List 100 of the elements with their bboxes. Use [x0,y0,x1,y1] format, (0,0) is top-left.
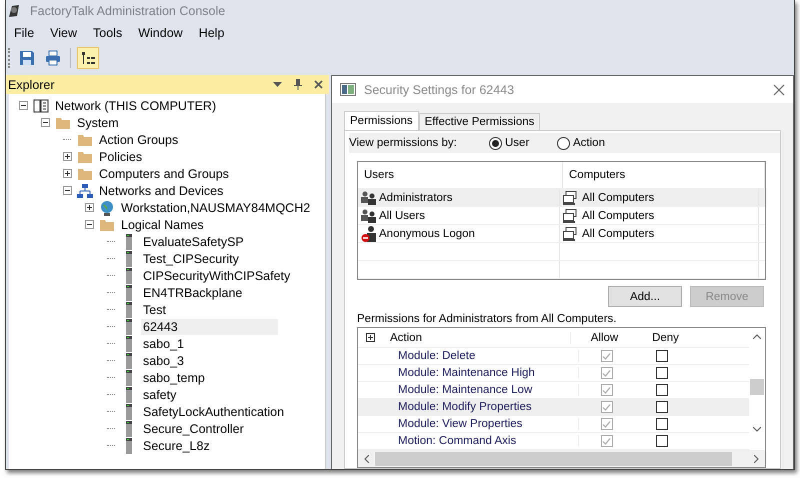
menu-item[interactable]: Tools [93,26,122,40]
tab[interactable]: Effective Permissions [418,113,540,130]
pin-icon[interactable] [294,79,302,90]
allow-checkbox[interactable] [600,401,612,413]
computer-icon [563,226,579,240]
deny-checkbox[interactable] [656,384,668,396]
allow-checkbox[interactable] [600,435,612,447]
tree-item[interactable]: CIPSecurityWithCIPSafety [141,268,292,284]
scroll-left-icon[interactable] [364,455,369,463]
users-icon [361,190,377,204]
scroll-down-icon[interactable] [753,427,761,432]
tree-item[interactable]: Logical Names [119,216,206,232]
expand-toggle[interactable] [62,152,72,161]
user-name: Anonymous Logon [379,228,475,240]
tree-item[interactable]: 62443 [141,318,278,334]
tree-item[interactable]: Policies [97,148,144,164]
network-icon [33,98,49,112]
computer-icon [563,190,579,204]
allow-checkbox[interactable] [600,367,612,379]
scroll-thumb[interactable] [375,452,732,466]
action-name: Module: Delete [398,350,476,362]
folder-icon [77,132,93,146]
globe-icon [99,200,115,216]
deny-checkbox[interactable] [656,401,668,413]
app-icon [8,4,20,18]
expand-all-icon[interactable] [366,333,374,342]
tree-item[interactable]: EN4TRBackplane [141,284,244,300]
tree-item[interactable]: System [75,114,121,130]
blocked-user-icon [361,226,377,242]
user-row[interactable]: All Users All Computers [358,207,765,225]
computer-name: All Computers [582,210,654,222]
expand-toggle[interactable] [62,169,72,178]
tree-item[interactable]: Workstation,NAUSMAY84MQCH2 [119,200,312,216]
close-icon[interactable] [314,80,323,89]
tab[interactable]: Permissions [344,111,419,130]
menu-item[interactable]: View [50,26,78,40]
tree-item[interactable]: SafetyLockAuthentication [141,404,286,420]
folder-icon [77,166,93,180]
tree-item[interactable]: Action Groups [97,132,180,148]
permission-row[interactable]: Module: Modify Properties [358,399,749,416]
deny-checkbox[interactable] [656,367,668,379]
close-icon[interactable] [773,84,785,96]
printer-icon [44,49,62,67]
tree-item[interactable]: EvaluateSafetySP [141,234,246,250]
column-header[interactable]: Allow [571,332,632,344]
folder-icon [55,116,71,130]
user-name: Administrators [379,192,452,204]
horizontal-scrollbar[interactable] [358,450,765,467]
tree-item[interactable]: sabo_temp [141,370,207,386]
permissions-label: Permissions for Administrators from All Computers. [357,313,618,325]
scroll-right-icon[interactable] [754,455,759,463]
allow-checkbox[interactable] [600,350,612,362]
tree-item[interactable]: sabo_3 [141,352,186,368]
window-title: FactoryTalk Administration Console [30,4,226,18]
computer-name: All Computers [582,228,654,240]
tree-item[interactable]: Network (THIS COMPUTER) [53,98,218,114]
view-by-label: View permissions by: [349,137,458,149]
column-header[interactable]: Deny [632,332,693,344]
tree-item[interactable]: sabo_1 [141,336,186,352]
folder-icon [77,150,93,164]
deny-checkbox[interactable] [656,435,668,447]
scroll-thumb[interactable] [750,379,764,395]
tree-item[interactable]: Test [141,302,168,318]
column-header[interactable]: Computers [563,162,765,188]
tree-list-icon [79,49,97,67]
user-row[interactable]: Administrators All Computers [358,189,765,207]
permission-row[interactable]: Module: Maintenance High [358,365,749,382]
menu-item[interactable]: File [14,26,34,40]
tree-item[interactable]: safety [141,386,178,402]
expand-toggle[interactable] [18,101,28,110]
expand-toggle[interactable] [62,186,72,195]
folder-icon [99,218,115,232]
radio-button[interactable]: Action [557,136,625,150]
allow-checkbox[interactable] [600,418,612,430]
menu-item[interactable]: Help [198,26,224,40]
column-header[interactable]: Action [382,332,571,344]
expand-toggle[interactable] [84,203,94,212]
tree-item[interactable]: Secure_Controller [141,420,246,436]
add-button[interactable]: Add... [608,286,682,307]
tree-item[interactable]: Test_CIPSecurity [141,250,241,266]
action-name: Module: Maintenance High [398,367,535,379]
tree-item[interactable]: Computers and Groups [97,166,231,182]
action-name: Module: View Properties [398,418,522,430]
permission-row[interactable]: Module: Delete [358,348,749,365]
expand-toggle[interactable] [84,220,94,229]
deny-checkbox[interactable] [656,418,668,430]
deny-checkbox[interactable] [656,350,668,362]
expand-toggle[interactable] [40,118,50,127]
tree-view-button[interactable] [77,47,99,69]
dropdown-icon[interactable] [273,82,282,87]
computer-name: All Computers [582,192,654,204]
user-row[interactable]: Anonymous Logon All Computers [358,225,765,243]
tree-item[interactable]: Networks and Devices [97,182,226,198]
allow-checkbox[interactable] [600,384,612,396]
scroll-up-icon[interactable] [753,334,761,339]
permission-row[interactable]: Module: View Properties [358,416,749,433]
column-header[interactable]: Users [358,162,563,188]
tree-item[interactable]: Secure_L8z [141,438,212,454]
radio-button[interactable]: User [489,136,557,150]
menu-item[interactable]: Window [138,26,183,40]
